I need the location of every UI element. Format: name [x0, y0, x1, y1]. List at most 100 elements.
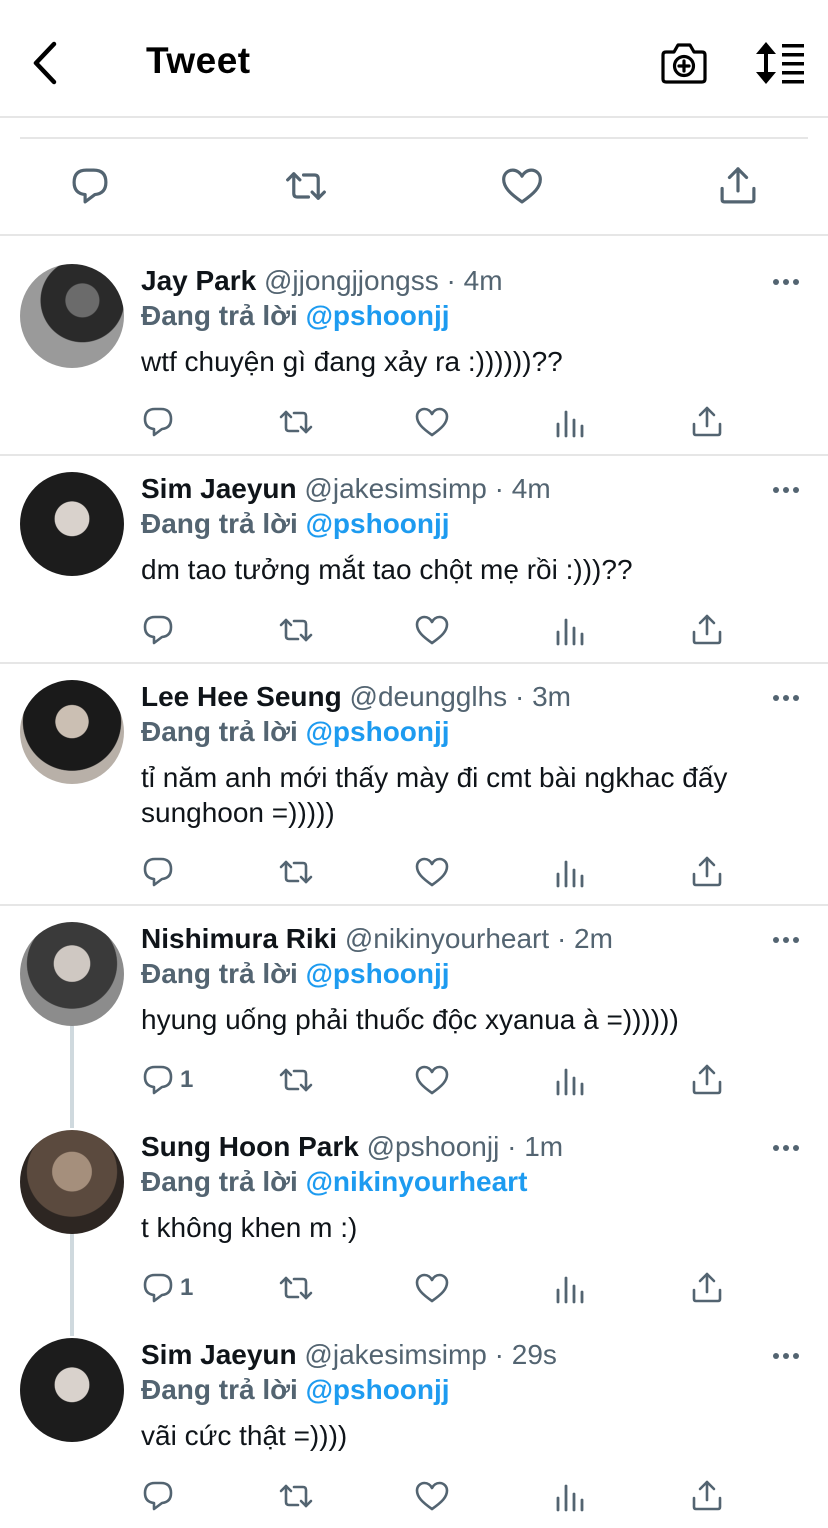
mention-link[interactable]: @pshoonjj [306, 958, 450, 989]
mention-link[interactable]: @pshoonjj [306, 1374, 450, 1405]
separator: · [514, 681, 525, 712]
tweet-actions: 1 [0, 1062, 828, 1102]
separator: · [494, 473, 504, 504]
reply-icon[interactable] [140, 404, 176, 440]
top-bar: Tweet [0, 0, 828, 118]
page-title: Tweet [146, 40, 251, 81]
share-icon[interactable] [716, 164, 760, 208]
share-icon[interactable] [689, 1478, 725, 1514]
avatar[interactable] [20, 472, 124, 576]
reply-tweet[interactable]: Sim Jaeyun @jakesimsimp · 4m Đang trả lờ… [0, 456, 828, 664]
more-icon[interactable] [770, 1140, 802, 1156]
avatar[interactable] [20, 922, 124, 1026]
reply-count: 1 [180, 1066, 194, 1093]
replying-to-label: Đang trả lời [141, 1166, 298, 1197]
more-icon[interactable] [770, 690, 802, 706]
share-icon[interactable] [689, 404, 725, 440]
like-icon[interactable] [500, 164, 544, 208]
timestamp: 4m [463, 265, 503, 296]
author-handle: @jakesimsimp [304, 1339, 487, 1370]
replying-to-line: Đang trả lời @nikinyourheart [141, 1164, 527, 1200]
reply-icon[interactable] [140, 1270, 176, 1306]
more-icon[interactable] [770, 1348, 802, 1364]
retweet-icon[interactable] [278, 854, 314, 890]
reply-tweet[interactable]: Nishimura Riki @nikinyourheart · 2m Đang… [0, 906, 828, 1114]
analytics-icon[interactable] [552, 1062, 588, 1098]
author-name[interactable]: Lee Hee Seung [141, 681, 342, 712]
author-handle: @jakesimsimp [304, 473, 487, 504]
analytics-icon[interactable] [552, 1270, 588, 1306]
reply-icon[interactable] [140, 854, 176, 890]
sort-icon[interactable] [752, 40, 808, 86]
tweet-text: hyung uống phải thuốc độc xyanua à =))))… [141, 1004, 679, 1035]
mention-link[interactable]: @nikinyourheart [306, 1166, 528, 1197]
mention-link[interactable]: @pshoonjj [306, 716, 450, 747]
retweet-icon[interactable] [278, 1478, 314, 1514]
mention-link[interactable]: @pshoonjj [306, 508, 450, 539]
camera-plus-icon[interactable] [660, 40, 708, 86]
share-icon[interactable] [689, 854, 725, 890]
analytics-icon[interactable] [552, 854, 588, 890]
reply-icon[interactable] [68, 164, 112, 208]
avatar[interactable] [20, 1130, 124, 1234]
author-name[interactable]: Sim Jaeyun [141, 1339, 297, 1370]
tweet-actions [0, 612, 828, 652]
retweet-icon[interactable] [278, 404, 314, 440]
share-icon[interactable] [689, 1062, 725, 1098]
avatar[interactable] [20, 1338, 124, 1442]
like-icon[interactable] [414, 1478, 450, 1514]
author-handle: @nikinyourheart [344, 923, 550, 954]
share-icon[interactable] [689, 612, 725, 648]
author-name[interactable]: Jay Park [141, 265, 256, 296]
analytics-icon[interactable] [552, 612, 588, 648]
replying-to-label: Đang trả lời [141, 1374, 298, 1405]
tweet-actions: 1 [0, 1270, 828, 1310]
tweet-text: t không khen m :) [141, 1212, 358, 1243]
replying-to-line: Đang trả lời @pshoonjj [141, 1372, 450, 1408]
reply-tweet[interactable]: Jay Park @jjongjjongss · 4m Đang trả lời… [0, 236, 828, 456]
reply-tweet[interactable]: Lee Hee Seung @deungglhs · 3m Đang trả l… [0, 664, 828, 906]
separator: · [507, 1131, 517, 1162]
retweet-icon[interactable] [278, 612, 314, 648]
like-icon[interactable] [414, 612, 450, 648]
reply-icon[interactable] [140, 1062, 176, 1098]
avatar[interactable] [20, 264, 124, 368]
author-name[interactable]: Sung Hoon Park [141, 1131, 359, 1162]
reply-icon[interactable] [140, 612, 176, 648]
avatar[interactable] [20, 680, 124, 784]
replying-to-line: Đang trả lời @pshoonjj [141, 956, 450, 992]
more-icon[interactable] [770, 932, 802, 948]
replying-to-label: Đang trả lời [141, 716, 298, 747]
author-name[interactable]: Sim Jaeyun [141, 473, 297, 504]
tweet-actions [0, 1478, 828, 1518]
like-icon[interactable] [414, 854, 450, 890]
reply-tweet[interactable]: Sim Jaeyun @jakesimsimp · 29s Đang trả l… [0, 1322, 828, 1528]
like-icon[interactable] [414, 404, 450, 440]
like-icon[interactable] [414, 1062, 450, 1098]
retweet-icon[interactable] [278, 1062, 314, 1098]
replying-to-line: Đang trả lời @pshoonjj [141, 714, 450, 750]
tweet-text: vãi cức thật =)))) [141, 1420, 348, 1451]
separator: · [494, 1339, 504, 1370]
divider [20, 137, 808, 139]
author-handle: @jjongjjongss [264, 265, 439, 296]
reply-icon[interactable] [140, 1478, 176, 1514]
analytics-icon[interactable] [552, 1478, 588, 1514]
more-icon[interactable] [770, 482, 802, 498]
like-icon[interactable] [414, 1270, 450, 1306]
timestamp: 4m [511, 473, 551, 504]
reply-tweet[interactable]: Sung Hoon Park @pshoonjj · 1m Đang trả l… [0, 1114, 828, 1322]
more-icon[interactable] [770, 274, 802, 290]
separator: · [446, 265, 456, 296]
analytics-icon[interactable] [552, 404, 588, 440]
share-icon[interactable] [689, 1270, 725, 1306]
back-arrow-icon[interactable] [28, 40, 64, 86]
mention-link[interactable]: @pshoonjj [306, 300, 450, 331]
retweet-icon[interactable] [284, 164, 328, 208]
tweet-header: Jay Park @jjongjjongss · 4m [141, 263, 503, 299]
retweet-icon[interactable] [278, 1270, 314, 1306]
author-name[interactable]: Nishimura Riki [141, 923, 337, 954]
main-tweet-actions [0, 140, 828, 234]
tweet-header: Sung Hoon Park @pshoonjj · 1m [141, 1129, 563, 1165]
reply-count: 1 [180, 1274, 194, 1301]
